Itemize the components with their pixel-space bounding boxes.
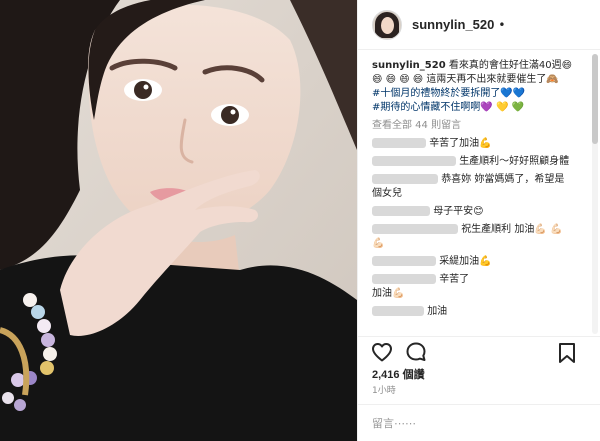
comment-item: 加油 xyxy=(372,305,584,319)
comment-text-continued: 加油💪🏻 xyxy=(372,288,405,299)
caption-username[interactable]: sunnylin_520 xyxy=(372,60,446,71)
comment-text: 生產順利～好好照顧身體 xyxy=(459,156,570,167)
post-timestamp[interactable]: 1小時 xyxy=(372,383,396,396)
comment-item: 采緹加油💪 xyxy=(372,255,584,269)
avatar-face xyxy=(381,16,394,34)
comment-item: 恭喜妳 妳當媽媽了，希望是 個女兒 xyxy=(372,173,584,201)
scrollbar-thumb[interactable] xyxy=(592,54,598,144)
blurred-username xyxy=(372,206,430,216)
blurred-username xyxy=(372,306,424,316)
comment-text: 加油 xyxy=(427,306,448,317)
comments-scrollbar[interactable] xyxy=(592,54,598,334)
comment-item: 母子平安😊 xyxy=(372,205,584,219)
post-caption: sunnylin_520 看來真的會住好住滿40週😄 😄 😄 😄 😄 這兩天再不… xyxy=(372,59,584,115)
heart-icon[interactable] xyxy=(370,340,394,364)
likes-count[interactable]: 2,416 個讚 xyxy=(372,366,425,382)
comment-text: 辛苦了 xyxy=(439,274,470,285)
post-photo[interactable] xyxy=(0,0,357,441)
comment-item: 祝生產順利 加油💪🏻 💪🏻 💪🏻 xyxy=(372,223,584,251)
comment-item: 辛苦了加油💪 xyxy=(372,137,584,151)
caption-text-line-1: 看來真的會住好住滿40週😄 xyxy=(448,60,573,71)
comment-item: 辛苦了 加油💪🏻 xyxy=(372,273,584,301)
comment-bubble-icon[interactable] xyxy=(404,340,428,364)
comment-text: 辛苦了加油💪 xyxy=(429,138,492,149)
separator-dot: • xyxy=(498,17,506,32)
comment-text-continued: 個女兒 xyxy=(372,188,402,199)
blurred-username xyxy=(372,174,438,184)
comment-text: 母子平安😊 xyxy=(433,206,484,217)
post-header: sunnylin_520 • xyxy=(358,0,600,50)
selfie-illustration xyxy=(0,0,357,441)
post-actions-bar xyxy=(358,336,600,366)
comment-text: 祝生產順利 加油💪🏻 💪🏻 xyxy=(461,224,563,235)
comment-text: 恭喜妳 妳當媽媽了，希望是 xyxy=(441,174,565,185)
username-link[interactable]: sunnylin_520 xyxy=(412,17,494,32)
hashtag-link[interactable]: #期待的心情藏不住啊啊💜 💛 💚 xyxy=(372,101,584,115)
post-side-panel: sunnylin_520 • sunnylin_520 看來真的會住好住滿40週… xyxy=(357,0,600,441)
comment-item: 生產順利～好好照顧身體 xyxy=(372,155,584,169)
bookmark-icon[interactable] xyxy=(555,341,579,365)
blurred-username xyxy=(372,224,458,234)
avatar[interactable] xyxy=(372,9,402,40)
blurred-username xyxy=(372,256,436,266)
comments-list: sunnylin_520 看來真的會住好住滿40週😄 😄 😄 😄 😄 這兩天再不… xyxy=(358,51,594,335)
blurred-username xyxy=(372,274,436,284)
view-all-comments-link[interactable]: 查看全部 44 則留言 xyxy=(372,119,584,133)
blurred-username xyxy=(372,138,426,148)
comment-text: 采緹加油💪 xyxy=(439,256,492,267)
caption-text-line-2: 😄 😄 😄 😄 這兩天再不出來就要催生了🙈 xyxy=(372,74,559,85)
add-comment-input[interactable]: 留言⋯⋯ xyxy=(358,404,600,441)
comment-text-continued: 💪🏻 xyxy=(372,238,385,249)
instagram-post: sunnylin_520 • sunnylin_520 看來真的會住好住滿40週… xyxy=(0,0,600,441)
blurred-username xyxy=(372,156,456,166)
hashtag-link[interactable]: #十個月的禮物終於要拆開了💙💙 xyxy=(372,87,584,101)
